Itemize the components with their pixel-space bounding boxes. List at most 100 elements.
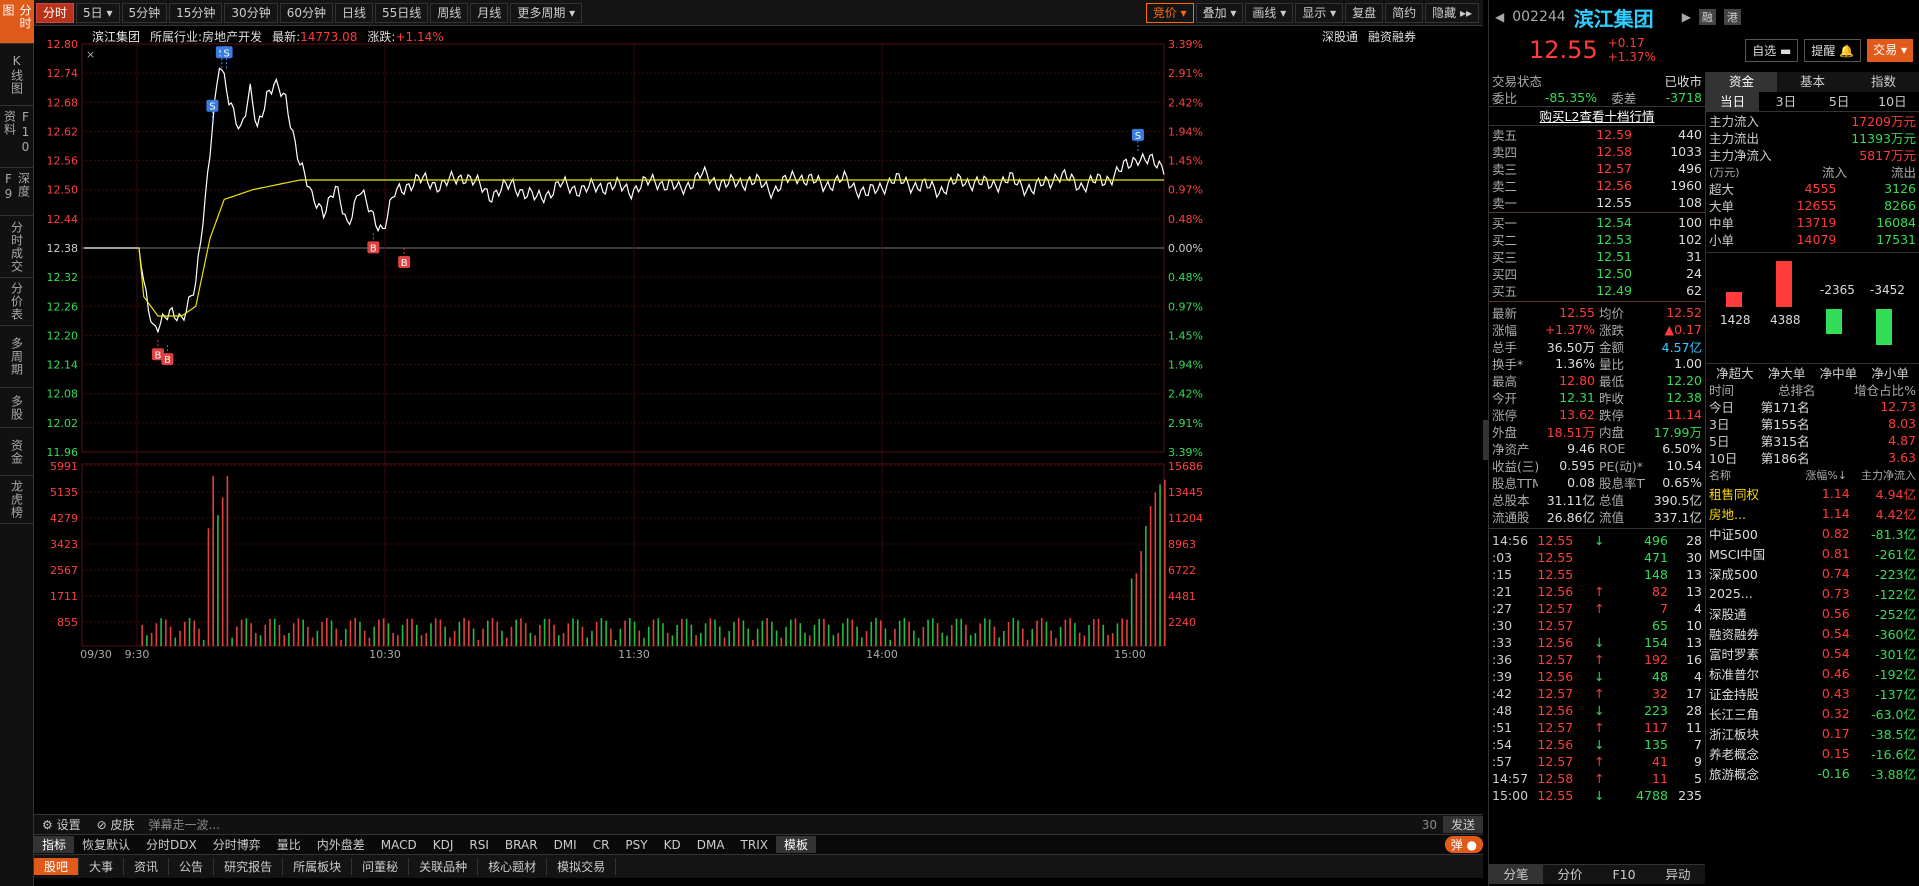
pct-tick: 1.45% — [1168, 155, 1203, 168]
indicator-15[interactable]: TRIX — [733, 838, 776, 852]
volume-bar — [842, 623, 844, 646]
fund-tab-0[interactable]: 资金 — [1706, 72, 1777, 92]
prev-stock-icon[interactable]: ◀ — [1495, 10, 1504, 24]
tick-tab-3[interactable]: 异动 — [1651, 865, 1705, 884]
indicator-8[interactable]: RSI — [461, 838, 497, 852]
tool-button-1[interactable]: 叠加 ▾ — [1195, 2, 1244, 23]
left-tab-6[interactable]: 多周期 — [0, 326, 34, 388]
tick-tab-1[interactable]: 分价 — [1543, 865, 1597, 884]
l2-link[interactable]: 购买L2查看十档行情 — [1489, 106, 1705, 126]
tick-tab-2[interactable]: F10 — [1597, 865, 1651, 884]
fund-day-0[interactable]: 当日 — [1706, 92, 1760, 111]
bottom-tab-3[interactable]: 公告 — [169, 858, 215, 875]
bottom-tab-0[interactable]: 股吧 — [34, 858, 80, 875]
zixuan-button[interactable]: 自选 ▬ — [1745, 38, 1799, 62]
period-tab-0[interactable]: 分时 — [36, 2, 75, 23]
fund-tab-2[interactable]: 指数 — [1848, 72, 1919, 92]
period-tab-3[interactable]: 15分钟 — [169, 2, 223, 23]
indicator-2[interactable]: 分时DDX — [138, 836, 205, 853]
indicator-12[interactable]: PSY — [617, 838, 655, 852]
indicator-0[interactable]: 指标 — [34, 836, 75, 853]
danmu-input[interactable]: 弹幕走一波... — [142, 816, 1415, 833]
left-tab-9[interactable]: 龙虎榜 — [0, 476, 34, 524]
bottom-tab-6[interactable]: 问董秘 — [352, 858, 410, 875]
stat-row-12-cell-0: 流通股 — [1492, 510, 1530, 525]
tool-button-5[interactable]: 简约 — [1385, 2, 1424, 23]
left-tab-0[interactable]: 分时图 — [0, 0, 34, 44]
sector-row-13[interactable]: 养老概念 0.15 -16.6亿 — [1706, 743, 1919, 763]
sector-row-10[interactable]: 证金持股 0.43 -137亿 — [1706, 683, 1919, 703]
sector-row-9[interactable]: 标准普尔 0.46 -192亿 — [1706, 663, 1919, 683]
left-tab-8[interactable]: 资金 — [0, 428, 34, 476]
left-tab-7[interactable]: 多股 — [0, 388, 34, 428]
sector-row-11[interactable]: 长江三角 0.32 -63.0亿 — [1706, 703, 1919, 723]
indicator-4[interactable]: 量比 — [269, 836, 309, 853]
settings-button[interactable]: ⚙ 设置 — [34, 816, 89, 833]
send-button[interactable]: 发送 — [1442, 816, 1483, 833]
bottom-tab-7[interactable]: 关联品种 — [409, 858, 479, 875]
skin-button[interactable]: ⊘ 皮肤 — [89, 816, 143, 833]
period-tab-2[interactable]: 5分钟 — [121, 2, 168, 23]
indicator-1[interactable]: 恢复默认 — [74, 836, 138, 853]
tixing-button[interactable]: 提醒 🔔 — [1804, 38, 1862, 62]
sector-row-1[interactable]: 房地... 1.14 4.42亿 — [1706, 503, 1919, 523]
bottom-tab-4[interactable]: 研究报告 — [214, 858, 284, 875]
indicator-14[interactable]: DMA — [689, 838, 733, 852]
jiaoyi-button[interactable]: 交易 ▾ — [1867, 38, 1913, 62]
indicator-7[interactable]: KDJ — [425, 838, 462, 852]
tool-button-6[interactable]: 隐藏 ▸▸ — [1425, 2, 1479, 23]
fund-tab-1[interactable]: 基本 — [1777, 72, 1848, 92]
fund-day-1[interactable]: 3日 — [1759, 92, 1812, 111]
sector-row-2[interactable]: 中证500 0.82 -81.3亿 — [1706, 523, 1919, 543]
indicator-13[interactable]: KD — [656, 838, 689, 852]
sector-row-3[interactable]: MSCI中国 0.81 -261亿 — [1706, 543, 1919, 563]
volume-bar — [733, 621, 735, 646]
intraday-chart[interactable]: 12.80 3.39% 12.74 2.91% 12.68 2.42% 12.62 1.94%… — [34, 40, 1484, 820]
sector-row-5[interactable]: 2025... 0.73 -122亿 — [1706, 583, 1919, 603]
left-tab-3[interactable]: 深度F9 — [0, 168, 34, 216]
bottom-tab-1[interactable]: 大事 — [79, 858, 125, 875]
danmu-toggle[interactable]: 弹 ● — [1444, 836, 1483, 853]
fund-day-3[interactable]: 10日 — [1866, 92, 1919, 111]
indicator-11[interactable]: CR — [585, 838, 618, 852]
period-tab-9[interactable]: 月线 — [470, 2, 509, 23]
next-stock-icon[interactable]: ▶ — [1682, 10, 1691, 24]
period-tab-1[interactable]: 5日 ▾ — [76, 2, 120, 23]
period-tab-8[interactable]: 周线 — [430, 2, 469, 23]
bottom-tab-2[interactable]: 资讯 — [124, 858, 170, 875]
sector-row-8[interactable]: 富时罗素 0.54 -301亿 — [1706, 643, 1919, 663]
sector-row-14[interactable]: 旅游概念 -0.16 -3.88亿 — [1706, 763, 1919, 783]
sector-row-6[interactable]: 深股通 0.56 -252亿 — [1706, 603, 1919, 623]
left-tab-5[interactable]: 分价表 — [0, 278, 34, 326]
bottom-tab-5[interactable]: 所属板块 — [283, 858, 353, 875]
indicator-6[interactable]: MACD — [373, 838, 425, 852]
sector-row-4[interactable]: 深成500 0.74 -223亿 — [1706, 563, 1919, 583]
left-tab-4[interactable]: 分时成交 — [0, 216, 34, 278]
stock-tag-0[interactable]: 融 — [1698, 9, 1716, 25]
period-tab-10[interactable]: 更多周期 ▾ — [510, 2, 583, 23]
period-tab-7[interactable]: 55日线 — [375, 2, 429, 23]
indicator-10[interactable]: DMI — [546, 838, 585, 852]
fund-day-2[interactable]: 5日 — [1813, 92, 1866, 111]
period-tab-5[interactable]: 60分钟 — [279, 2, 333, 23]
indicator-5[interactable]: 内外盘差 — [309, 836, 373, 853]
sector-row-12[interactable]: 浙江板块 0.17 -38.5亿 — [1706, 723, 1919, 743]
bottom-tab-8[interactable]: 核心题材 — [478, 858, 548, 875]
volume-bar — [662, 623, 664, 646]
stock-tag-1[interactable]: 港 — [1723, 9, 1741, 25]
tool-button-0[interactable]: 竞价 ▾ — [1145, 2, 1194, 23]
sector-row-7[interactable]: 融资融券 0.54 -360亿 — [1706, 623, 1919, 643]
indicator-3[interactable]: 分时博弈 — [205, 836, 269, 853]
left-tab-1[interactable]: K线图 — [0, 44, 34, 106]
period-tab-6[interactable]: 日线 — [334, 2, 373, 23]
left-tab-2[interactable]: F10资料 — [0, 106, 34, 168]
bottom-tab-9[interactable]: 模拟交易 — [547, 858, 617, 875]
tool-button-2[interactable]: 画线 ▾ — [1245, 2, 1294, 23]
tool-button-3[interactable]: 显示 ▾ — [1295, 2, 1344, 23]
tick-tab-0[interactable]: 分笔 — [1489, 865, 1543, 884]
sector-row-0[interactable]: 租售同权 1.14 4.94亿 — [1706, 483, 1919, 503]
indicator-16[interactable]: 模板 — [775, 836, 816, 853]
tool-button-4[interactable]: 复盘 — [1345, 2, 1384, 23]
indicator-9[interactable]: BRAR — [497, 838, 546, 852]
period-tab-4[interactable]: 30分钟 — [224, 2, 278, 23]
